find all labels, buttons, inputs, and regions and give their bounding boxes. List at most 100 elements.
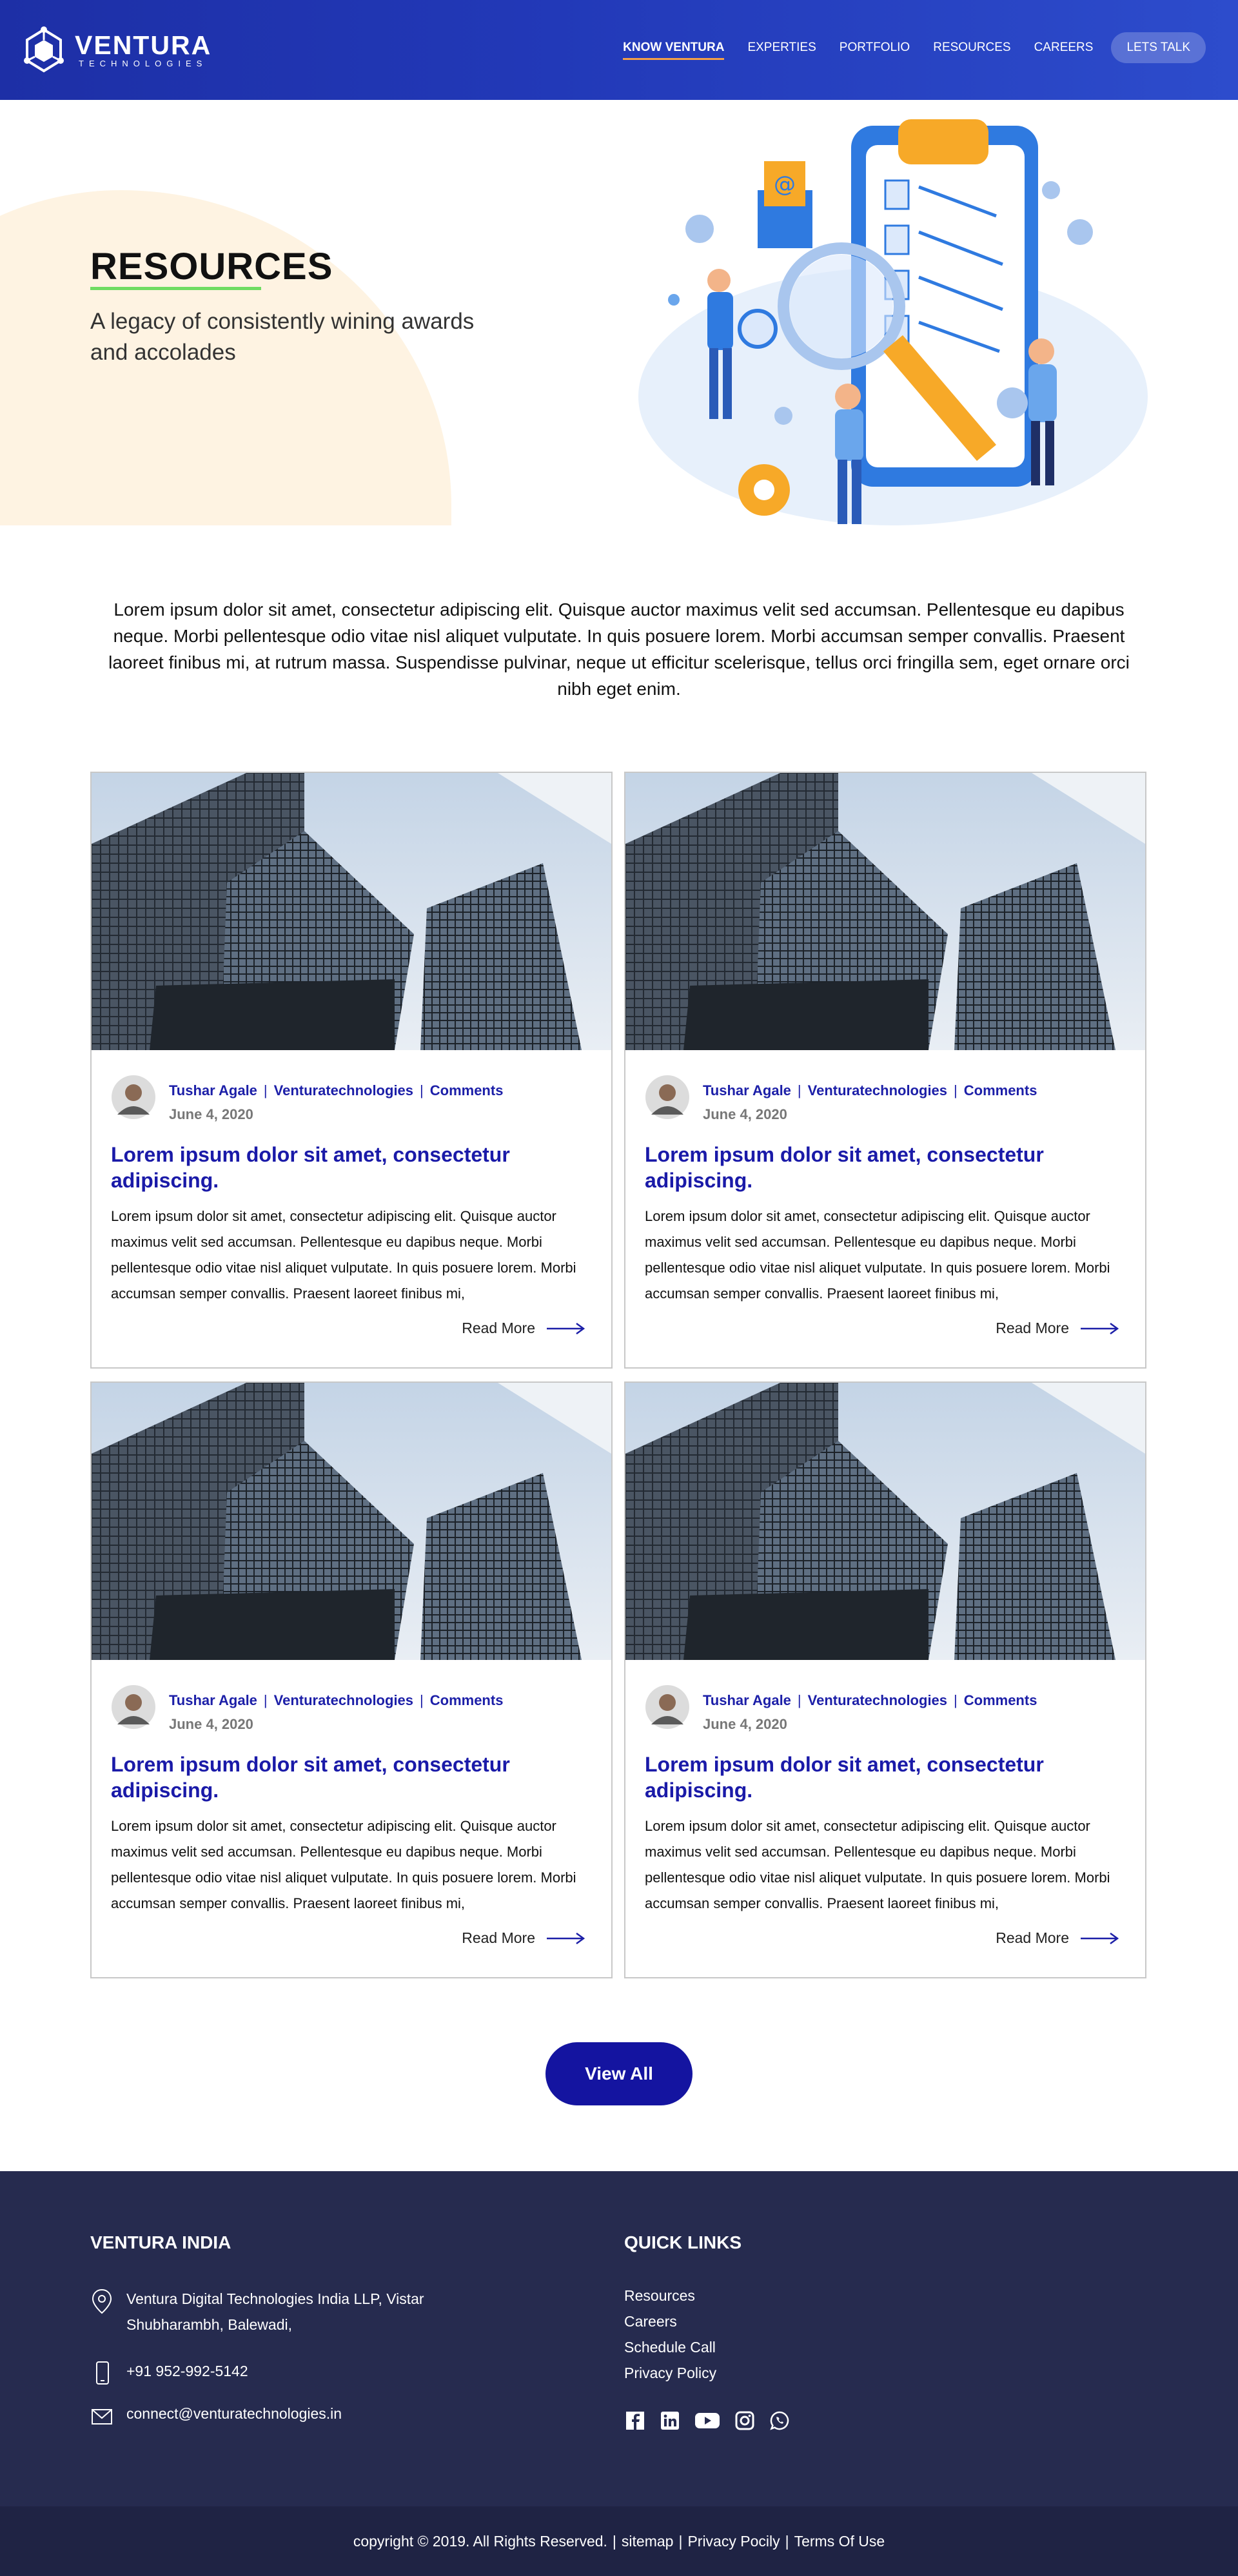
post-author-link[interactable]: Tushar Agale bbox=[169, 1692, 257, 1708]
terms-of-use-link[interactable]: Terms Of Use bbox=[794, 2533, 885, 2550]
footer-link-schedule-call[interactable]: Schedule Call bbox=[624, 2339, 716, 2356]
footer-link-resources[interactable]: Resources bbox=[624, 2287, 695, 2305]
author-avatar bbox=[112, 1685, 155, 1729]
whatsapp-icon[interactable] bbox=[769, 2410, 791, 2432]
arrow-right-icon bbox=[547, 1932, 585, 1944]
post-author-link[interactable]: Tushar Agale bbox=[169, 1082, 257, 1098]
copyright-bar: copyright © 2019. All Rights Reserved. |… bbox=[0, 2506, 1238, 2576]
post-meta: Tushar Agale | Venturatechnologies | Comment… bbox=[169, 1082, 504, 1098]
post-image[interactable] bbox=[625, 773, 1145, 1050]
intro-paragraph: Lorem ipsum dolor sit amet, consectetur … bbox=[108, 600, 1130, 699]
post-category-link[interactable]: Venturatechnologies bbox=[274, 1692, 413, 1708]
email-text: connect@venturatechnologies.in bbox=[126, 2405, 342, 2422]
logo-mark-icon bbox=[24, 26, 64, 73]
post-card[interactable]: Tushar Agale | Venturatechnologies | Comment… bbox=[90, 1381, 613, 1978]
page-subtitle: A legacy of consistently wining awards a… bbox=[90, 309, 475, 365]
post-excerpt: Lorem ipsum dolor sit amet, consectetur … bbox=[111, 1818, 576, 1911]
read-more-label: Read More bbox=[996, 1929, 1069, 1946]
author-avatar bbox=[645, 1075, 689, 1119]
read-more-link[interactable]: Read More bbox=[996, 1929, 1119, 1947]
linkedin-icon[interactable] bbox=[659, 2410, 681, 2432]
separator: | bbox=[612, 2532, 616, 2550]
post-date: June 4, 2020 bbox=[169, 1106, 253, 1122]
post-date: June 4, 2020 bbox=[703, 1716, 787, 1732]
separator: | bbox=[785, 2532, 789, 2550]
logo-wordmark: VENTURA TECHNOLOGIES bbox=[75, 32, 211, 69]
post-meta: Tushar Agale | Venturatechnologies | Comment… bbox=[703, 1692, 1037, 1708]
post-category-link[interactable]: Venturatechnologies bbox=[808, 1692, 947, 1708]
post-card[interactable]: Tushar Agale | Venturatechnologies | Comment… bbox=[90, 772, 613, 1369]
phone-text: +91 952-992-5142 bbox=[126, 2363, 248, 2379]
author-avatar bbox=[645, 1685, 689, 1729]
logo-title: VENTURA bbox=[75, 30, 212, 60]
location-pin-icon bbox=[92, 2288, 112, 2314]
nav-item-resources[interactable]: RESOURCES bbox=[933, 34, 1010, 61]
footer-office-heading: VENTURA INDIA bbox=[90, 2232, 231, 2252]
brand-logo[interactable]: VENTURA TECHNOLOGIES bbox=[23, 24, 242, 76]
post-excerpt: Lorem ipsum dolor sit amet, consectetur … bbox=[645, 1818, 1110, 1911]
post-category-link[interactable]: Venturatechnologies bbox=[808, 1082, 947, 1098]
post-title[interactable]: Lorem ipsum dolor sit amet, consectetur … bbox=[111, 1142, 588, 1193]
sitemap-link[interactable]: sitemap bbox=[622, 2533, 674, 2550]
read-more-label: Read More bbox=[462, 1929, 535, 1946]
phone-icon bbox=[96, 2361, 109, 2385]
social-links bbox=[624, 2410, 803, 2432]
post-meta: Tushar Agale | Venturatechnologies | Comment… bbox=[169, 1692, 504, 1708]
post-date: June 4, 2020 bbox=[703, 1106, 787, 1122]
post-title[interactable]: Lorem ipsum dolor sit amet, consectetur … bbox=[645, 1142, 1122, 1193]
instagram-icon[interactable] bbox=[734, 2410, 756, 2432]
arrow-right-icon bbox=[1081, 1932, 1119, 1944]
nav-item-careers[interactable]: CAREERS bbox=[1034, 34, 1094, 61]
lets-talk-button[interactable]: LETS TALK bbox=[1111, 32, 1206, 63]
footer-link-privacy-policy[interactable]: Privacy Policy bbox=[624, 2365, 716, 2382]
post-title[interactable]: Lorem ipsum dolor sit amet, consectetur … bbox=[111, 1751, 588, 1803]
copyright-text: copyright © 2019. All Rights Reserved. bbox=[353, 2532, 607, 2550]
read-more-label: Read More bbox=[996, 1320, 1069, 1336]
view-all-button[interactable]: View All bbox=[545, 2042, 693, 2105]
footer-links-heading: QUICK LINKS bbox=[624, 2232, 742, 2252]
title-underline bbox=[90, 287, 261, 290]
read-more-link[interactable]: Read More bbox=[462, 1320, 585, 1337]
footer-link-careers[interactable]: Careers bbox=[624, 2313, 677, 2330]
post-comments-link[interactable]: Comments bbox=[964, 1082, 1037, 1098]
mail-icon bbox=[92, 2409, 112, 2425]
facebook-icon[interactable] bbox=[624, 2410, 646, 2432]
post-meta: Tushar Agale | Venturatechnologies | Comment… bbox=[703, 1082, 1037, 1098]
hero-section: RESOURCES A legacy of consistently winin… bbox=[0, 100, 1238, 525]
logo-tagline: TECHNOLOGIES bbox=[79, 59, 208, 68]
post-image[interactable] bbox=[625, 1383, 1145, 1660]
read-more-link[interactable]: Read More bbox=[996, 1320, 1119, 1337]
post-comments-link[interactable]: Comments bbox=[430, 1082, 504, 1098]
post-image[interactable] bbox=[92, 1383, 611, 1660]
post-card[interactable]: Tushar Agale | Venturatechnologies | Comment… bbox=[624, 1381, 1146, 1978]
address-text: Ventura Digital Technologies India LLP, … bbox=[126, 2290, 424, 2333]
post-author-link[interactable]: Tushar Agale bbox=[703, 1692, 791, 1708]
nav-item-portfolio[interactable]: PORTFOLIO bbox=[840, 34, 910, 61]
post-image[interactable] bbox=[92, 773, 611, 1050]
post-excerpt: Lorem ipsum dolor sit amet, consectetur … bbox=[645, 1208, 1110, 1302]
privacy-policy-link[interactable]: Privacy Pocily bbox=[687, 2533, 780, 2550]
page-title: RESOURCES bbox=[90, 246, 333, 288]
site-footer: VENTURA INDIA Ventura Digital Technologi… bbox=[0, 2171, 1238, 2506]
footer-email[interactable]: connect@venturatechnologies.in bbox=[90, 2401, 342, 2429]
separator: | bbox=[678, 2532, 683, 2550]
post-comments-link[interactable]: Comments bbox=[430, 1692, 504, 1708]
footer-address: Ventura Digital Technologies India LLP, … bbox=[90, 2286, 490, 2337]
post-category-link[interactable]: Venturatechnologies bbox=[274, 1082, 413, 1098]
read-more-link[interactable]: Read More bbox=[462, 1929, 585, 1947]
svg-text:@: @ bbox=[774, 171, 796, 197]
nav-item-experties[interactable]: EXPERTIES bbox=[747, 34, 816, 61]
post-author-link[interactable]: Tushar Agale bbox=[703, 1082, 791, 1098]
post-excerpt: Lorem ipsum dolor sit amet, consectetur … bbox=[111, 1208, 576, 1302]
post-comments-link[interactable]: Comments bbox=[964, 1692, 1037, 1708]
read-more-label: Read More bbox=[462, 1320, 535, 1336]
post-card[interactable]: Tushar Agale | Venturatechnologies | Comment… bbox=[624, 772, 1146, 1369]
main-nav: KNOW VENTURA EXPERTIES PORTFOLIO RESOURC… bbox=[600, 31, 1206, 64]
author-avatar bbox=[112, 1075, 155, 1119]
youtube-icon[interactable] bbox=[694, 2410, 721, 2432]
resources-illustration: @ bbox=[638, 119, 1148, 525]
post-date: June 4, 2020 bbox=[169, 1716, 253, 1732]
nav-item-know-ventura[interactable]: KNOW VENTURA bbox=[623, 34, 725, 61]
footer-phone[interactable]: +91 952-992-5142 bbox=[90, 2358, 248, 2386]
post-title[interactable]: Lorem ipsum dolor sit amet, consectetur … bbox=[645, 1751, 1122, 1803]
